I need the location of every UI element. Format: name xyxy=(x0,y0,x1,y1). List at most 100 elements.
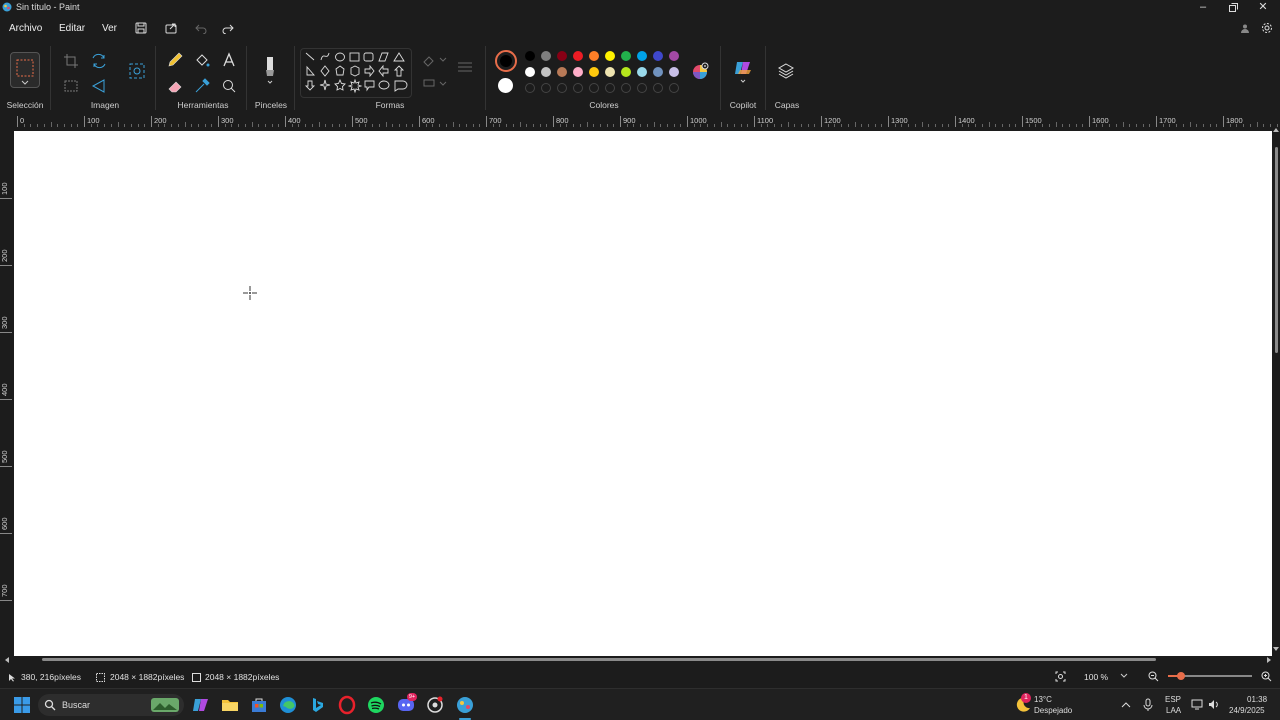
vertical-scrollbar[interactable] xyxy=(1272,127,1280,656)
bing-icon[interactable] xyxy=(307,695,327,715)
color-swatch[interactable] xyxy=(653,67,663,77)
color-picker-icon[interactable] xyxy=(193,77,211,95)
close-button[interactable]: ✕ xyxy=(1248,0,1278,16)
color-swatch[interactable] xyxy=(605,67,615,77)
color-swatch[interactable] xyxy=(573,67,583,77)
taskbar-search-box[interactable]: Buscar xyxy=(38,694,184,716)
eraser-icon[interactable] xyxy=(166,77,184,95)
account-icon[interactable] xyxy=(1240,23,1250,33)
selection-button[interactable] xyxy=(10,52,40,88)
scroll-up-icon[interactable] xyxy=(1273,127,1279,133)
secondary-color-swatch[interactable] xyxy=(498,78,513,93)
scroll-left-icon[interactable] xyxy=(4,657,10,663)
share-icon[interactable] xyxy=(165,22,177,34)
color-swatch[interactable] xyxy=(557,67,567,77)
flip-rotate-icon[interactable] xyxy=(90,77,108,95)
fit-to-window-icon[interactable] xyxy=(1055,671,1066,682)
custom-color-slot[interactable] xyxy=(525,83,535,93)
custom-color-slot[interactable] xyxy=(541,83,551,93)
language-top[interactable]: ESP xyxy=(1165,695,1181,704)
menu-archivo[interactable]: Archivo xyxy=(9,23,42,34)
color-swatch[interactable] xyxy=(605,51,615,61)
cursor-position: 380, 216píxeles xyxy=(21,672,82,682)
custom-color-slot[interactable] xyxy=(637,83,647,93)
edit-colors-icon[interactable] xyxy=(690,62,710,82)
color-swatch[interactable] xyxy=(573,51,583,61)
text-tool-icon[interactable] xyxy=(220,51,238,69)
microsoft-store-icon[interactable] xyxy=(249,695,269,715)
restore-button[interactable] xyxy=(1218,0,1248,16)
color-swatch[interactable] xyxy=(589,67,599,77)
zoom-slider-thumb[interactable] xyxy=(1177,672,1185,680)
color-swatch[interactable] xyxy=(525,51,535,61)
image-effects-icon[interactable] xyxy=(62,77,80,95)
edge-browser-icon[interactable] xyxy=(278,695,298,715)
custom-color-slot[interactable] xyxy=(653,83,663,93)
color-swatch[interactable] xyxy=(525,67,535,77)
color-swatch[interactable] xyxy=(541,67,551,77)
primary-color-selector[interactable] xyxy=(495,50,517,72)
weather-description: Despejado xyxy=(1034,706,1073,715)
scroll-right-icon[interactable] xyxy=(1266,657,1272,663)
scroll-down-icon[interactable] xyxy=(1273,646,1279,652)
zoom-dropdown-chevron-icon[interactable] xyxy=(1120,673,1128,679)
brush-icon[interactable] xyxy=(261,54,279,86)
zoom-level[interactable]: 100 % xyxy=(1084,672,1108,682)
crop-icon[interactable] xyxy=(62,52,80,70)
zoom-out-icon[interactable] xyxy=(1148,671,1159,682)
vertical-scroll-thumb[interactable] xyxy=(1275,147,1278,353)
language-bottom[interactable]: LAA xyxy=(1166,706,1181,715)
ribbon-toolbar: Selección Imagen Herramientas Pinceles F… xyxy=(0,42,1280,116)
file-explorer-icon[interactable] xyxy=(220,695,240,715)
fill-bucket-icon[interactable] xyxy=(193,51,211,69)
color-swatch[interactable] xyxy=(653,51,663,61)
color-swatch[interactable] xyxy=(669,67,679,77)
layers-icon[interactable] xyxy=(777,62,795,80)
redo-icon[interactable] xyxy=(222,22,234,34)
magnifier-icon[interactable] xyxy=(220,77,238,95)
undo-icon[interactable] xyxy=(195,22,207,34)
color-swatch[interactable] xyxy=(589,51,599,61)
pencil-icon[interactable] xyxy=(166,51,184,69)
minimize-button[interactable]: – xyxy=(1188,0,1218,16)
spotify-icon[interactable] xyxy=(366,695,386,715)
clock-date[interactable]: 24/9/2025 xyxy=(1229,706,1265,715)
clock-time[interactable]: 01:38 xyxy=(1247,695,1267,704)
save-icon[interactable] xyxy=(135,22,147,34)
drawing-canvas[interactable] xyxy=(14,131,1272,656)
zoom-in-icon[interactable] xyxy=(1261,671,1272,682)
shape-size-icon[interactable] xyxy=(456,60,474,76)
windows-start-icon[interactable] xyxy=(12,695,32,715)
volume-icon[interactable] xyxy=(1208,699,1220,710)
custom-color-slot[interactable] xyxy=(573,83,583,93)
remove-background-icon[interactable] xyxy=(128,62,146,80)
custom-color-slot[interactable] xyxy=(589,83,599,93)
copilot-taskbar-icon[interactable] xyxy=(191,695,211,715)
menu-editar[interactable]: Editar xyxy=(59,23,85,34)
menu-ver[interactable]: Ver xyxy=(102,23,117,34)
copilot-icon[interactable] xyxy=(733,58,753,86)
shapes-gallery[interactable] xyxy=(300,48,412,98)
opera-browser-icon[interactable] xyxy=(337,695,357,715)
custom-color-slot[interactable] xyxy=(669,83,679,93)
color-swatch[interactable] xyxy=(541,51,551,61)
shape-outline-icon[interactable] xyxy=(420,52,450,88)
color-swatch[interactable] xyxy=(669,51,679,61)
chrome-style-app-icon[interactable] xyxy=(425,695,445,715)
color-swatch[interactable] xyxy=(557,51,567,61)
settings-gear-icon[interactable] xyxy=(1261,22,1273,34)
color-swatch[interactable] xyxy=(637,67,647,77)
show-hidden-icons-chevron-icon[interactable] xyxy=(1121,701,1131,708)
color-swatch[interactable] xyxy=(621,67,631,77)
horizontal-scroll-thumb[interactable] xyxy=(42,658,1156,661)
resize-icon[interactable] xyxy=(90,52,108,70)
custom-color-slot[interactable] xyxy=(605,83,615,93)
color-swatch[interactable] xyxy=(621,51,631,61)
network-display-icon[interactable] xyxy=(1191,699,1203,710)
microphone-icon[interactable] xyxy=(1143,698,1153,712)
custom-color-slot[interactable] xyxy=(621,83,631,93)
color-swatch[interactable] xyxy=(637,51,647,61)
paint-taskbar-icon[interactable] xyxy=(455,695,475,715)
custom-color-slot[interactable] xyxy=(557,83,567,93)
horizontal-scrollbar[interactable] xyxy=(5,656,1272,664)
